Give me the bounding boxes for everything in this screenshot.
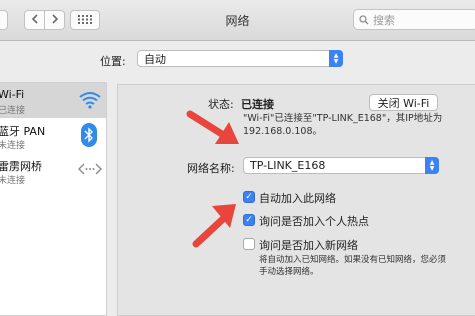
service-item-wifi[interactable]: Wi-Fi 已连接	[0, 83, 106, 118]
service-status: 未连接	[0, 176, 26, 186]
search-icon	[359, 14, 369, 25]
status-detail: "Wi-Fi"已连接至"TP-LINK_E168"，其IP地址为 192.168…	[243, 112, 442, 138]
network-name-label: 网络名称:	[187, 162, 235, 175]
service-item-bluetooth[interactable]: 蓝牙 PAN 未连接	[0, 118, 106, 153]
ask-new-network-label: 询问是否加入新网络	[259, 239, 358, 252]
service-status: 已连接	[0, 106, 26, 116]
service-list: Wi-Fi 已连接 蓝牙 PAN 未连接 雷雳网桥 未连接	[0, 82, 107, 316]
bridge-icon	[78, 162, 102, 179]
ask-hotspot-checkbox[interactable]: ✓	[243, 214, 255, 226]
service-name: Wi-Fi	[0, 88, 25, 101]
annotation-arrow-icon	[188, 200, 240, 253]
select-arrows-icon: ▲ ▼	[425, 157, 439, 174]
wifi-icon	[78, 91, 102, 112]
ask-new-network-hint: 将自动加入已知网络。如果没有已知网络，您必须 手动选择网络。	[259, 254, 446, 278]
ask-hotspot-label: 询问是否加入个人热点	[259, 215, 369, 228]
search-placeholder: 搜索	[373, 13, 395, 27]
select-arrows-icon: ▲ ▼	[329, 50, 343, 67]
bluetooth-icon	[81, 123, 97, 150]
hint-line2: 手动选择网络。	[259, 267, 319, 277]
service-name: 蓝牙 PAN	[0, 125, 46, 138]
auto-join-label: 自动加入此网络	[259, 192, 336, 205]
toolbar: 网络 搜索	[0, 0, 475, 41]
network-name-value: TP-LINK_E168	[250, 159, 326, 172]
location-label: 位置:	[100, 55, 126, 68]
annotation-arrow-icon	[185, 108, 243, 151]
auto-join-checkbox[interactable]: ✓	[243, 191, 255, 203]
service-status: 未连接	[0, 141, 26, 151]
hint-line1: 将自动加入已知网络。如果没有已知网络，您必须	[259, 255, 447, 265]
status-value: 已连接	[241, 98, 274, 111]
network-name-select[interactable]: TP-LINK_E168 ▲ ▼	[243, 157, 439, 174]
status-detail-line2: 192.168.0.108。	[243, 126, 323, 137]
ask-new-network-checkbox[interactable]	[243, 238, 255, 250]
location-select[interactable]: 自动 ▲ ▼	[137, 50, 343, 67]
service-name: 雷雳网桥	[0, 160, 42, 173]
location-value: 自动	[144, 52, 166, 66]
status-detail-line1: "Wi-Fi"已连接至"TP-LINK_E168"，其IP地址为	[243, 113, 443, 124]
turn-off-wifi-button[interactable]: 关闭 Wi-Fi	[369, 94, 438, 111]
search-input[interactable]: 搜索	[353, 9, 475, 30]
service-item-thunderbolt-bridge[interactable]: 雷雳网桥 未连接	[0, 153, 106, 188]
